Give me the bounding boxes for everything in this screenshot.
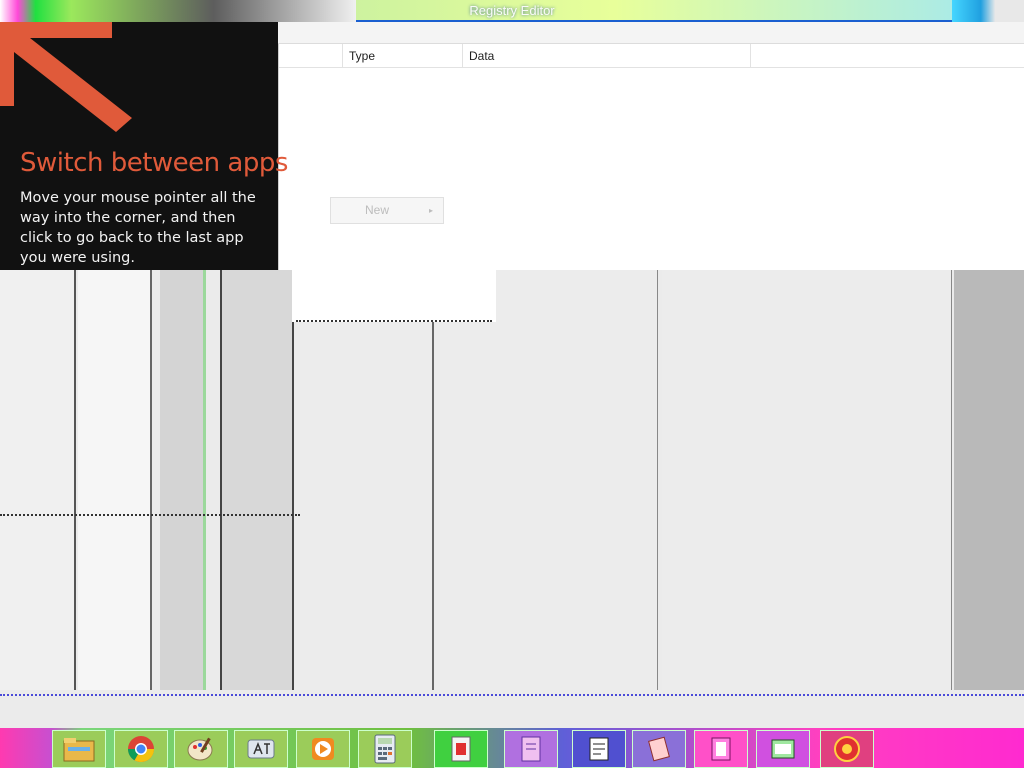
taskbar-calculator-button[interactable] [358,730,412,768]
glitch-column [0,270,76,690]
glitch-dotted-line [296,320,492,322]
app-icon-9 [589,737,609,761]
app-icon-7 [451,736,471,762]
taskbar [0,728,1024,768]
calculator-icon [374,734,396,764]
media-player-icon [312,738,334,760]
glitch-dotted-line [0,694,1024,696]
titlebar-glitch-right [952,0,1024,22]
corner-arrow-icon [0,22,132,132]
app-icon-13 [834,736,860,762]
switch-apps-tip: Switch between apps Move your mouse poin… [0,22,288,270]
taskbar-chrome-button[interactable] [114,730,168,768]
column-header-row: Type Data [279,44,1024,68]
taskbar-file-explorer-button[interactable] [52,730,106,768]
taskbar-app-button[interactable] [632,730,686,768]
taskbar-app-button[interactable] [434,730,488,768]
paint-icon [187,737,213,761]
taskbar-app-button[interactable] [572,730,626,768]
taskbar-paint-button[interactable] [174,730,228,768]
context-menu-new-label: New [365,203,390,217]
chrome-icon [127,736,155,763]
tip-body: Move your mouse pointer all the way into… [20,190,256,266]
taskbar-media-player-button[interactable] [296,730,350,768]
context-menu-new-item[interactable]: New ▸ [330,197,444,224]
tip-title: Switch between apps [20,148,288,178]
window-titlebar[interactable]: Registry Editor [0,0,1024,22]
glitch-dotted-line [0,514,300,516]
taskbar-app-button[interactable] [820,730,874,768]
window-title: Registry Editor [469,3,555,18]
app-icon-11 [711,737,731,761]
column-header-data[interactable]: Data [463,44,751,68]
file-explorer-icon [63,738,95,762]
glitch-noise-block [292,270,496,322]
taskbar-app-button[interactable] [504,730,558,768]
app-icon-12 [771,739,795,759]
column-header-name[interactable] [279,44,343,68]
app-icon-10 [648,736,670,762]
glitch-column [954,270,1024,690]
glitch-column [78,270,152,690]
taskbar-language-button[interactable] [234,730,288,768]
language-icon [247,739,275,759]
column-header-type[interactable]: Type [343,44,463,68]
glitch-column [160,270,206,690]
app-icon-8 [521,736,541,762]
window-body-glitch [0,270,1024,728]
desktop: Registry Editor Type Data New ▸ Switch b… [0,0,1024,768]
glitch-column [220,270,294,690]
taskbar-app-button[interactable] [694,730,748,768]
glitch-column [440,270,658,690]
submenu-arrow-icon: ▸ [428,206,433,215]
glitch-column [662,270,952,690]
taskbar-app-button[interactable] [756,730,810,768]
values-list-pane[interactable]: Type Data New ▸ [278,44,1024,270]
glitch-column [300,270,434,690]
